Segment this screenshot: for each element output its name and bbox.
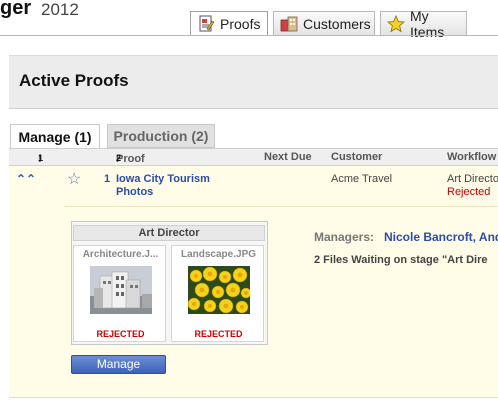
app-year: 2012	[41, 0, 79, 19]
active-proofs-banner: Active Proofs	[9, 55, 498, 109]
stage-panel: Art Director Architecture.J... REJECTED …	[71, 221, 268, 345]
row-divider	[65, 206, 498, 207]
managers-names-link[interactable]: Nicole Bancroft, And	[384, 230, 498, 244]
app-title-text: ger	[0, 0, 32, 19]
managers-label: Managers:	[314, 230, 375, 244]
stage-title: Art Director	[73, 225, 265, 241]
customer-name: Acme Travel	[331, 173, 393, 185]
star-icon	[387, 14, 405, 33]
file-name: Landscape.JPG	[180, 249, 257, 260]
tab-proofs[interactable]: Proofs	[190, 11, 268, 36]
file-name: Architecture.J...	[82, 249, 159, 260]
file-status: REJECTED	[96, 329, 145, 339]
workflow-column-header[interactable]: Workflow	[447, 151, 496, 163]
file-status: REJECTED	[194, 329, 243, 339]
proof-name-link[interactable]: Iowa City Tourism Photos	[116, 173, 236, 199]
priority-sort-order: 1	[38, 153, 44, 163]
file-thumbnail-architecture[interactable]: Architecture.J... REJECTED	[73, 245, 166, 342]
row-number: 1	[104, 173, 111, 185]
next-due-column-header[interactable]: Next Due	[264, 151, 312, 163]
table-header: ! 1 Proof 2 Next Due Customer Workflow	[9, 148, 498, 166]
landscape-photo[interactable]	[188, 266, 250, 314]
workflow-stage: Art Director	[447, 173, 498, 185]
tab-customers-label: Customers	[303, 15, 371, 32]
tab-my-items[interactable]: My Items	[380, 8, 467, 40]
tabs-underline	[0, 35, 498, 36]
tab-manage[interactable]: Manage (1)	[10, 124, 100, 149]
customer-column-header[interactable]: Customer	[331, 151, 382, 163]
proof-sort-order: 2	[116, 153, 122, 163]
manage-button[interactable]: Manage	[71, 355, 166, 374]
proofs-document-icon	[197, 15, 215, 33]
files-waiting-text: 2 Files Waiting on stage "Art Dire	[314, 254, 488, 266]
customers-icon	[280, 15, 298, 33]
architecture-photo[interactable]	[90, 266, 152, 314]
workflow-status: Rejected	[447, 186, 491, 198]
tab-production[interactable]: Production (2)	[107, 124, 215, 148]
file-thumbnail-landscape[interactable]: Landscape.JPG REJECTED	[171, 245, 264, 342]
collapse-icon[interactable]: ⌃⌃	[16, 172, 36, 186]
tab-customers[interactable]: Customers	[273, 11, 375, 35]
page-title: Active Proofs	[19, 71, 129, 90]
favorite-star-icon[interactable]: ☆	[67, 169, 81, 189]
tab-proofs-label: Proofs	[220, 16, 261, 32]
table-row: ⌃⌃ ☆ 1 Iowa City Tourism Photos Acme Tra…	[9, 166, 498, 398]
